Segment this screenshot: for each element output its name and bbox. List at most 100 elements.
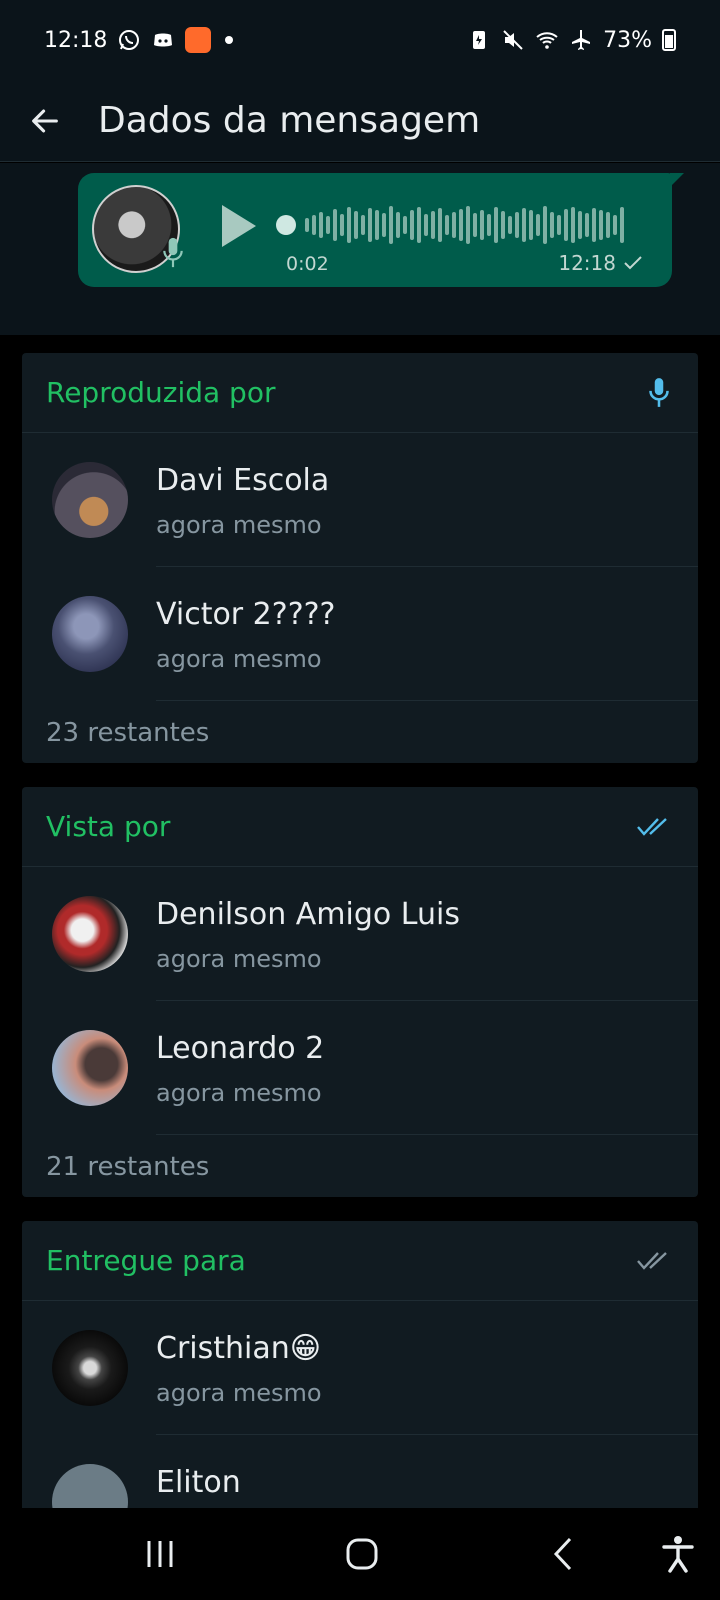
accessibility-icon bbox=[662, 1536, 694, 1573]
contact-time: agora mesmo bbox=[156, 945, 322, 973]
audio-waveform[interactable] bbox=[276, 203, 656, 247]
waveform-bar bbox=[571, 207, 575, 243]
section-header: Reproduzida por bbox=[22, 353, 698, 433]
waveform-bar bbox=[410, 210, 414, 240]
waveform-bar bbox=[529, 210, 533, 240]
waveform-bar bbox=[522, 208, 526, 242]
home-icon bbox=[346, 1538, 378, 1570]
waveform-bar bbox=[368, 208, 372, 242]
waveform-bar bbox=[361, 215, 365, 235]
microphone-icon bbox=[649, 377, 669, 407]
back-nav-button[interactable] bbox=[534, 1528, 594, 1580]
discord-icon bbox=[154, 33, 173, 47]
section-title: Entregue para bbox=[46, 1244, 246, 1277]
waveform-bar bbox=[326, 216, 330, 234]
play-icon[interactable] bbox=[218, 201, 260, 251]
page-title: Dados da mensagem bbox=[98, 100, 481, 141]
notification-dot-icon bbox=[225, 36, 234, 44]
avatar bbox=[52, 1030, 128, 1106]
waveform-bar bbox=[536, 214, 540, 236]
status-bar-left: 12:18 bbox=[44, 27, 234, 53]
avatar bbox=[52, 1330, 128, 1406]
section-header: Entregue para bbox=[22, 1221, 698, 1301]
waveform-bar bbox=[319, 212, 323, 238]
waveform-bar bbox=[473, 213, 477, 237]
battery-saver-icon bbox=[473, 31, 486, 49]
airplane-icon bbox=[572, 30, 591, 50]
waveform-bar bbox=[480, 210, 484, 240]
waveform-bar bbox=[417, 207, 421, 243]
app-icon bbox=[185, 27, 212, 53]
waveform-bar bbox=[312, 215, 316, 235]
accessibility-button[interactable] bbox=[648, 1528, 708, 1580]
waveform-bar bbox=[347, 207, 351, 243]
battery-percent: 73% bbox=[603, 27, 652, 53]
waveform-bar bbox=[382, 213, 386, 237]
battery-icon bbox=[662, 29, 676, 51]
waveform-bar bbox=[592, 208, 596, 242]
waveform-bar bbox=[550, 212, 554, 238]
waveform-bar bbox=[354, 211, 358, 239]
section-title: Vista por bbox=[46, 810, 171, 843]
waveform-bar bbox=[613, 215, 617, 235]
home-button[interactable] bbox=[332, 1528, 392, 1580]
screen: 12:18 73% Dados da mensagem 0:02 12:18 R… bbox=[0, 0, 720, 1600]
waveform-bar bbox=[578, 211, 582, 239]
waveform-bar bbox=[445, 215, 449, 235]
navigation-bar bbox=[0, 1508, 720, 1600]
voice-message-bubble[interactable]: 0:02 12:18 bbox=[78, 173, 684, 287]
recent-apps-icon bbox=[147, 1541, 173, 1567]
waveform-bar bbox=[424, 214, 428, 236]
waveform-bar bbox=[606, 212, 610, 238]
contact-time: agora mesmo bbox=[156, 645, 322, 673]
mute-icon bbox=[503, 30, 523, 50]
status-bar: 12:18 73% bbox=[0, 0, 720, 80]
section-title: Reproduzida por bbox=[46, 376, 276, 409]
avatar bbox=[52, 462, 128, 538]
back-button[interactable] bbox=[0, 80, 90, 162]
list-item[interactable]: Davi Escola agora mesmo bbox=[22, 433, 698, 567]
list-item[interactable]: Denilson Amigo Luis agora mesmo bbox=[22, 867, 698, 1001]
message-time-text: 12:18 bbox=[558, 251, 616, 275]
waveform-bar bbox=[305, 218, 309, 232]
double-check-icon bbox=[637, 1251, 667, 1270]
arrow-left-icon bbox=[32, 109, 58, 132]
waveform-bar bbox=[585, 213, 589, 237]
waveform-bar bbox=[564, 209, 568, 241]
waveform-bar bbox=[333, 209, 337, 241]
contact-time: agora mesmo bbox=[156, 1079, 322, 1107]
app-bar: Dados da mensagem bbox=[0, 80, 720, 162]
waveform-bar bbox=[459, 209, 463, 241]
status-time: 12:18 bbox=[44, 27, 108, 53]
list-item[interactable]: Victor 2???? agora mesmo bbox=[22, 567, 698, 701]
list-item[interactable]: Cristhian😁 agora mesmo bbox=[22, 1301, 698, 1435]
section-header: Vista por bbox=[22, 787, 698, 867]
section-delivered-to: Entregue para Cristhian😁 agora mesmo Eli… bbox=[22, 1221, 698, 1508]
avatar bbox=[52, 896, 128, 972]
microphone-icon bbox=[163, 237, 183, 268]
waveform-bar bbox=[340, 214, 344, 236]
waveform-bar bbox=[438, 208, 442, 242]
remaining-count: 23 restantes bbox=[46, 718, 210, 748]
contact-name: Victor 2???? bbox=[156, 597, 336, 632]
waveform-bar bbox=[403, 216, 407, 234]
recent-apps-button[interactable] bbox=[130, 1528, 190, 1580]
list-item[interactable]: Eliton bbox=[22, 1435, 698, 1508]
waveform-bar bbox=[487, 214, 491, 236]
bubble-tail bbox=[670, 173, 684, 187]
contact-name: Cristhian😁 bbox=[156, 1331, 322, 1366]
message-time: 12:18 bbox=[558, 251, 644, 275]
waveform-bar bbox=[452, 212, 456, 238]
remaining-count: 21 restantes bbox=[46, 1152, 210, 1182]
contact-time: agora mesmo bbox=[156, 511, 322, 539]
waveform-bar bbox=[508, 216, 512, 234]
waveform-scrubber[interactable] bbox=[276, 215, 296, 235]
waveform-bar bbox=[620, 207, 624, 243]
avatar bbox=[52, 1464, 128, 1508]
chevron-left-icon bbox=[553, 1537, 572, 1571]
wifi-icon bbox=[536, 32, 558, 49]
status-bar-right: 73% bbox=[467, 28, 676, 53]
divider bbox=[156, 700, 698, 701]
waveform-bar bbox=[396, 212, 400, 238]
list-item[interactable]: Leonardo 2 agora mesmo bbox=[22, 1001, 698, 1135]
